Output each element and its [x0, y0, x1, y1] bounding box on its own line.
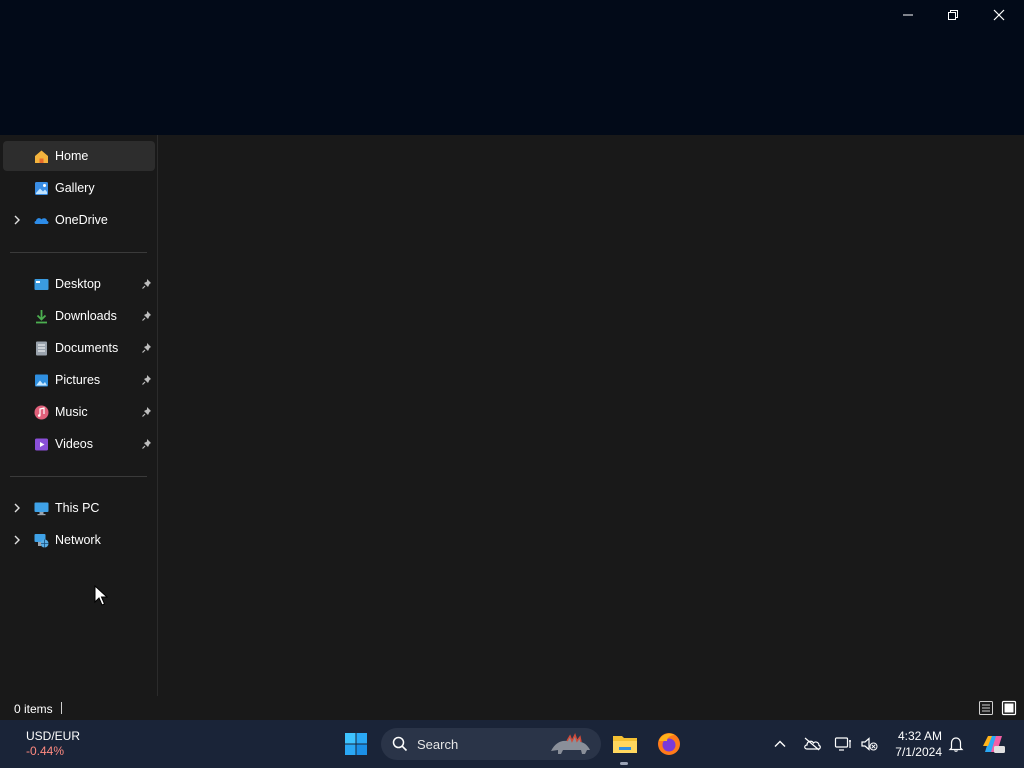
currency-widget[interactable]: USD/EUR -0.44% — [26, 729, 80, 759]
mouse-cursor-icon — [94, 585, 108, 606]
nav-label-documents: Documents — [55, 341, 119, 355]
nav-label-desktop: Desktop — [55, 277, 101, 291]
pin-icon — [142, 343, 151, 353]
nav-label-home: Home — [55, 149, 89, 163]
active-app-indicator — [620, 762, 628, 765]
navigation-pane: Home Gallery OneDrive Desktop Downloads — [0, 135, 158, 696]
volume-muted-icon — [861, 737, 878, 751]
details-view-icon[interactable] — [978, 700, 994, 716]
status-separator — [61, 702, 62, 714]
documents-icon — [36, 341, 47, 356]
clock-time: 4:32 AM — [897, 729, 942, 743]
nav-label-videos: Videos — [55, 437, 93, 451]
nav-item-downloads[interactable]: Downloads — [3, 301, 155, 331]
clock-date: 7/1/2024 — [895, 745, 942, 759]
chevron-right-icon[interactable] — [11, 502, 23, 514]
restore-icon — [948, 10, 958, 20]
volume-tray-button[interactable] — [859, 734, 879, 754]
nav-label-gallery: Gallery — [55, 181, 95, 195]
close-icon — [993, 9, 1005, 21]
nav-item-videos[interactable]: Videos — [3, 429, 155, 459]
this-pc-icon — [34, 502, 49, 516]
nav-divider — [10, 476, 147, 477]
cloud-offline-icon — [804, 737, 821, 751]
notifications-button[interactable] — [946, 734, 966, 754]
onedrive-icon — [34, 218, 49, 224]
currency-pair: USD/EUR — [26, 729, 81, 743]
network-tray-button[interactable] — [833, 734, 853, 754]
status-bar: 0 items — [0, 696, 1024, 720]
pictures-icon — [35, 374, 48, 387]
nav-label-downloads: Downloads — [55, 309, 117, 323]
nav-label-network: Network — [55, 533, 101, 547]
nav-item-music[interactable]: Music — [3, 397, 155, 427]
nav-item-this-pc[interactable]: This PC — [3, 493, 155, 523]
taskbar-firefox[interactable] — [653, 728, 685, 760]
videos-icon — [35, 438, 48, 451]
music-icon — [34, 405, 49, 420]
pin-icon — [142, 407, 151, 417]
pin-icon — [142, 375, 151, 385]
nav-item-network[interactable]: Network — [3, 525, 155, 555]
file-explorer-window: Home Gallery OneDrive Desktop Downloads — [0, 0, 1024, 720]
nav-item-gallery[interactable]: Gallery — [3, 173, 155, 203]
pin-icon — [142, 439, 151, 449]
taskbar-clock[interactable]: 4:32 AM 7/1/2024 — [890, 728, 942, 760]
onedrive-tray-button[interactable] — [802, 734, 822, 754]
desktop-folder-icon — [34, 279, 49, 290]
item-count: 0 items — [14, 702, 53, 716]
file-list-pane[interactable] — [159, 135, 1024, 696]
chevron-right-icon[interactable] — [11, 214, 23, 226]
minimize-button[interactable] — [885, 0, 931, 30]
nav-divider — [10, 252, 147, 253]
nav-item-onedrive[interactable]: OneDrive — [3, 205, 155, 235]
nav-item-home[interactable]: Home — [3, 141, 155, 171]
currency-change: -0.44% — [26, 744, 65, 758]
taskbar: USD/EUR -0.44% Search 4:32 AM 7/1/2024 — [0, 720, 1024, 768]
search-label: Search — [417, 737, 459, 752]
windows-logo-icon — [345, 733, 367, 755]
nav-item-documents[interactable]: Documents — [3, 333, 155, 363]
restore-button[interactable] — [930, 0, 976, 30]
copilot-button[interactable] — [977, 728, 1009, 760]
firefox-icon — [658, 733, 680, 755]
close-button[interactable] — [976, 0, 1022, 30]
chevron-right-icon[interactable] — [11, 534, 23, 546]
tiles-view-icon[interactable] — [1001, 700, 1017, 716]
pin-icon — [142, 279, 151, 289]
taskbar-search-box[interactable]: Search — [381, 728, 601, 760]
nav-label-music: Music — [55, 405, 88, 419]
search-highlight-dinosaur-icon — [551, 733, 590, 754]
bell-icon — [948, 737, 964, 752]
home-icon — [35, 150, 48, 163]
nav-item-desktop[interactable]: Desktop — [3, 269, 155, 299]
search-icon — [392, 736, 408, 752]
downloads-icon — [36, 310, 47, 324]
nav-label-onedrive: OneDrive — [55, 213, 108, 227]
title-bar — [0, 0, 1024, 135]
chevron-up-icon — [774, 740, 786, 747]
minimize-icon — [903, 14, 913, 16]
pin-icon — [142, 311, 151, 321]
file-explorer-icon — [613, 736, 637, 753]
nav-label-this-pc: This PC — [55, 501, 100, 515]
network-status-icon — [834, 737, 851, 751]
gallery-icon — [35, 182, 48, 195]
copilot-icon — [983, 736, 1005, 753]
start-button[interactable] — [340, 728, 372, 760]
show-hidden-icons-button[interactable] — [770, 734, 790, 754]
nav-item-pictures[interactable]: Pictures — [3, 365, 155, 395]
taskbar-file-explorer[interactable] — [609, 728, 641, 760]
nav-label-pictures: Pictures — [55, 373, 101, 387]
network-icon — [34, 534, 49, 548]
